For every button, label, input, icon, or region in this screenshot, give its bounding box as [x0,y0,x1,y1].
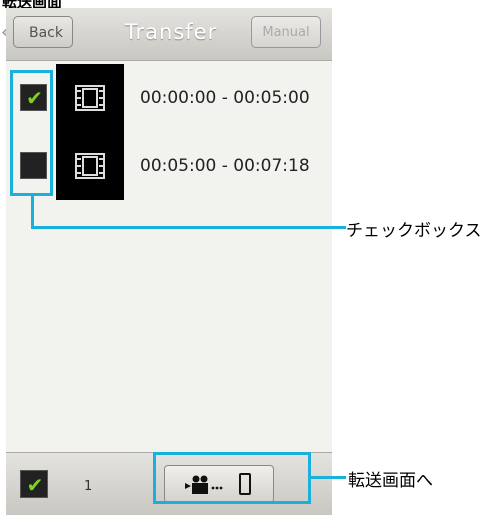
navbar: Back Transfer Manual [6,8,332,61]
transfer-highlight [153,452,311,504]
checkmark-icon: ✔ [26,473,44,497]
item-time-range: 00:00:00 - 00:05:00 [140,88,310,108]
header-cut-text: 転送画面 [0,0,487,8]
checkbox-highlight [10,70,53,196]
list-item[interactable]: ✔ 00:00:00 - 00:05:00 [6,64,332,132]
select-all-checkbox[interactable]: ✔ [20,470,48,498]
callout-line [311,476,346,479]
back-button[interactable]: Back [13,16,73,48]
video-thumbnail [56,64,124,132]
item-time-range: 00:05:00 - 00:07:18 [140,156,310,176]
page-title: Transfer [124,20,218,44]
manual-button[interactable]: Manual [251,16,321,48]
transfer-callout-label: 転送画面へ [348,471,433,491]
film-icon [75,85,105,111]
phone-screen: Back Transfer Manual ✔ 00:00:00 - 00:05:… [6,8,332,515]
list-item[interactable]: 00:05:00 - 00:07:18 [6,132,332,200]
callout-line [31,226,346,229]
film-icon [75,153,105,179]
video-thumbnail [56,132,124,200]
selected-count: 1 [84,479,93,494]
callout-line [31,196,34,228]
checkbox-callout-label: チェックボックス [346,221,482,241]
